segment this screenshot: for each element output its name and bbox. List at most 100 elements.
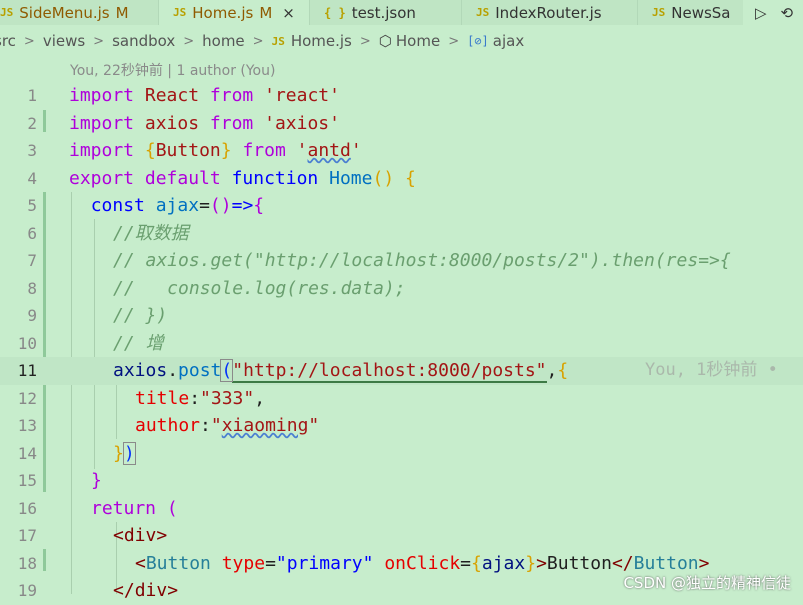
code-line[interactable]: 8 // console.log(res.data); [0,275,803,303]
token: from [209,85,254,106]
token: , [254,387,266,409]
line-source: author:"xiaoming" [135,412,319,440]
token: , [546,360,558,381]
modified-badge: M [115,3,129,22]
line-number: 7 [27,251,37,270]
line-number: 2 [27,113,37,133]
code-line[interactable]: 6 //取数据 [0,220,803,248]
code-line[interactable]: 9 // }) [0,302,803,330]
breadcrumb-item[interactable]: Home [396,32,440,50]
line-source: // }) [113,302,167,330]
token: Button [633,552,699,574]
token: from [242,140,286,161]
tab-bar: JS SideMenu.js M JS Home.js M × { } test… [0,0,803,25]
token: default [144,167,221,189]
token: import [69,85,135,106]
token: { [405,167,416,189]
line-source: // axios.get("http://localhost:8000/post… [113,247,731,275]
code-line-current[interactable]: 11 axios.post("http://localhost:8000/pos… [0,357,803,385]
token: const [90,195,145,216]
breadcrumb-item[interactable]: Home.js [291,32,352,50]
line-number: 15 [17,471,37,490]
breadcrumb-item[interactable]: ajax [493,32,524,50]
line-source: axios.post("http://localhost:8000/posts"… [113,357,568,385]
token: } [525,552,537,574]
breadcrumb-item[interactable]: sandbox [112,32,175,50]
token: onClick [384,552,461,574]
code-line[interactable]: 3 import {Button} from 'antd' [0,137,803,165]
line-number: 8 [27,278,37,298]
json-file-icon: { } [324,5,346,20]
code-line[interactable]: 7 // axios.get("http://localhost:8000/po… [0,247,803,275]
codelens-author[interactable]: You, 22秒钟前 | 1 author (You) [70,60,275,80]
line-number: 1 [27,86,37,105]
line-number: 9 [27,306,37,325]
token: { [144,140,156,161]
run-icon[interactable]: ▷ [755,4,767,22]
code-line[interactable]: 14 }) [0,440,803,468]
code-line[interactable]: 13 author:"xiaoming" [0,412,803,440]
token: } [91,470,102,491]
code-line[interactable]: 2 import axios from 'axios' [0,110,803,138]
code-line[interactable]: 1 import React from 'react' [0,82,803,110]
chevron-right-icon: > [23,33,35,49]
token: < [113,525,124,546]
line-number: 14 [17,443,37,463]
tab-label: NewsSa [671,3,731,22]
line-number: 17 [17,526,37,545]
breadcrumb-item[interactable]: src [0,32,16,50]
tab-label: Home.js [192,3,254,22]
comment: // 增 [113,332,164,354]
code-line[interactable]: 12 title:"333", [0,385,803,413]
code-line[interactable]: 16 return ( [0,495,803,523]
line-number: 19 [17,581,37,600]
line-source: import axios from 'axios' [69,110,340,138]
code-line[interactable]: 15 } [0,467,803,495]
close-icon[interactable]: × [282,4,295,22]
token: > [167,580,179,601]
code-line[interactable]: 5 const ajax=()=>{ [0,192,803,220]
token: type [221,552,266,574]
token: " [210,415,222,436]
token: from [209,112,254,134]
line-source: title:"333", [135,385,265,413]
tab-newssa[interactable]: JS NewsSa [638,0,748,25]
line-number: 6 [27,223,37,243]
token: } [113,442,124,464]
token: axios [113,360,168,381]
token: axios [144,112,200,134]
line-source: // console.log(res.data); [113,275,406,303]
source-control-icon[interactable]: ⟲ [781,4,794,22]
breadcrumb-item[interactable]: home [202,32,245,50]
token: : [200,415,211,436]
tab-index-router[interactable]: JS IndexRouter.js [462,0,638,25]
token: } [220,140,232,161]
token: export [69,167,135,189]
token: ( [220,359,234,382]
tab-sidemenu[interactable]: JS SideMenu.js M [0,0,159,25]
token: = [460,552,472,574]
comment: // axios.get("http://localhost:8000/post… [113,250,731,271]
line-number: 12 [17,388,37,408]
chevron-right-icon: > [183,33,195,49]
token: import [69,112,135,134]
watermark: CSDN @独立的精神信徒 [623,574,791,592]
token: title [135,387,190,409]
tab-home[interactable]: JS Home.js M × [159,0,310,25]
token: xiaoming [221,415,309,436]
code-line[interactable]: 10 // 增 [0,330,803,358]
code-line[interactable]: 4 export default function Home() { [0,165,803,193]
token: import [69,140,135,161]
token: " [308,415,320,436]
js-file-icon: JS [652,6,666,19]
token: = [199,195,210,216]
breadcrumb-item[interactable]: views [43,32,85,50]
token: 'react' [264,85,340,106]
line-source: import {Button} from 'antd' [69,137,362,165]
token: React [144,85,200,106]
tab-test-json[interactable]: { } test.json [310,0,462,25]
code-line[interactable]: 17 <div> [0,522,803,550]
comment: // console.log(res.data); [113,277,406,299]
token: author [135,415,201,436]
comment: // }) [113,305,168,326]
